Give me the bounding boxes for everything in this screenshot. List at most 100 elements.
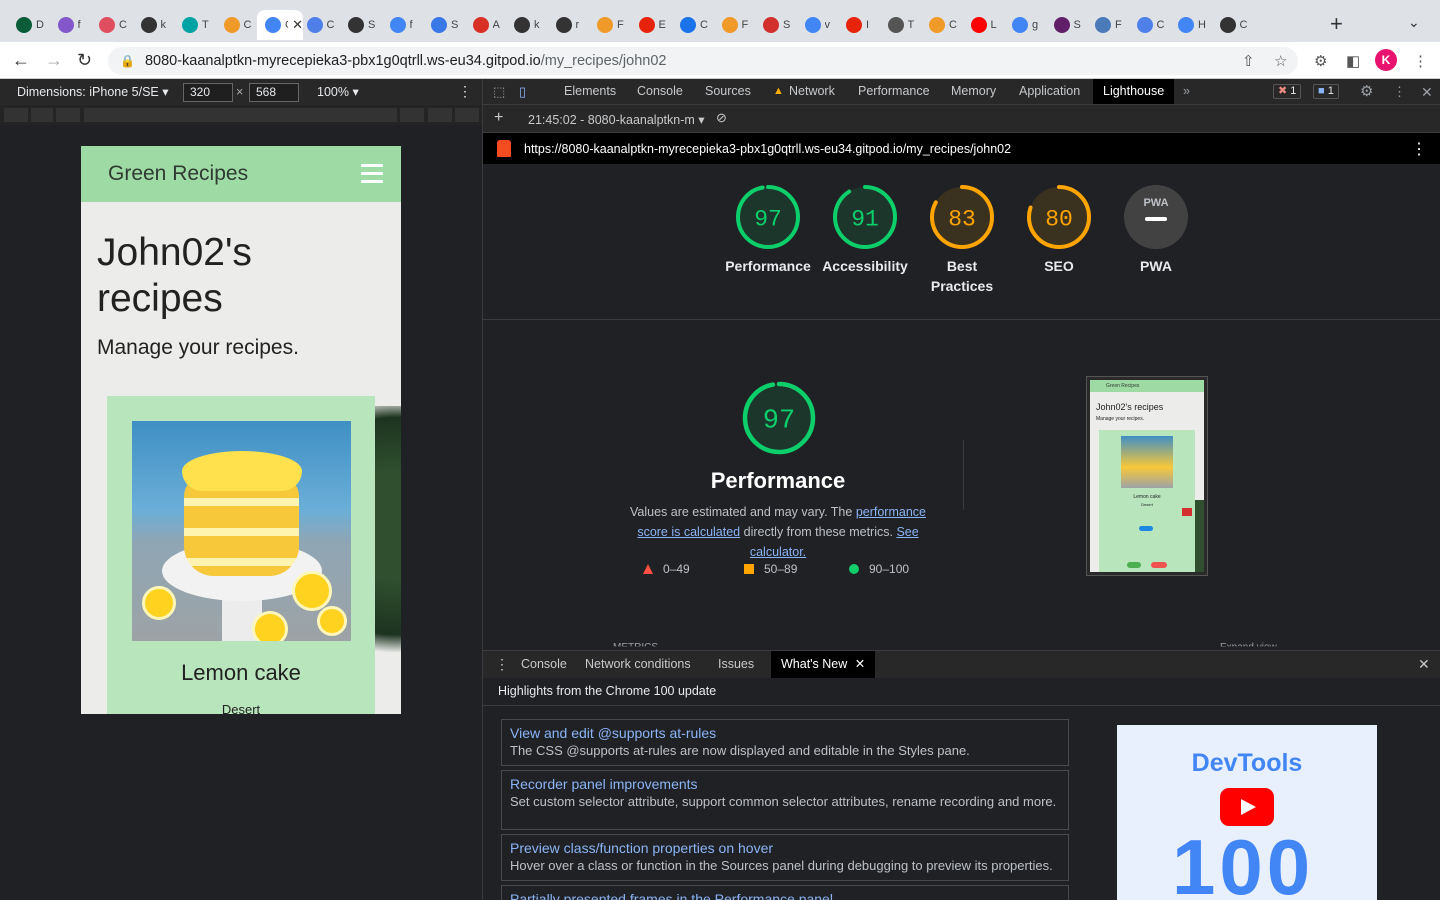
tab-title: T: [202, 19, 209, 31]
reload-icon[interactable]: ↻: [77, 50, 92, 70]
close-devtools-icon[interactable]: ✕: [1421, 84, 1433, 101]
browser-tab[interactable]: C: [1212, 10, 1250, 40]
browser-tab[interactable]: D: [8, 10, 46, 40]
browser-tab[interactable]: F: [714, 10, 752, 40]
bookmark-star-icon[interactable]: ☆: [1274, 52, 1287, 70]
tab-favicon-icon: [1095, 17, 1111, 33]
gauge-accessibility[interactable]: 91 Accessibility: [817, 184, 913, 276]
settings-gear-icon[interactable]: ⚙: [1360, 82, 1373, 100]
item-title[interactable]: Recorder panel improvements: [510, 775, 1060, 793]
tab-lighthouse[interactable]: Lighthouse: [1093, 79, 1175, 104]
drawer-tab-whats-new[interactable]: What's New ✕: [771, 651, 876, 678]
browser-tab[interactable]: A: [465, 10, 503, 40]
gauge-best-practices[interactable]: 83 Best Practices: [914, 184, 1010, 296]
expand-view-cutoff[interactable]: Expand view: [1220, 642, 1277, 646]
browser-tab[interactable]: S: [755, 10, 793, 40]
final-screenshot-thumbnail[interactable]: Green Recipes John02's recipes Manage yo…: [1086, 376, 1208, 576]
browser-tab[interactable]: k: [506, 10, 544, 40]
browser-tab[interactable]: f: [382, 10, 420, 40]
tab-sources[interactable]: Sources: [705, 79, 751, 104]
browser-tab[interactable]: C: [216, 10, 254, 40]
back-arrow-icon[interactable]: ←: [12, 50, 30, 70]
pwa-badge-icon: PWA: [1124, 185, 1188, 249]
browser-tab[interactable]: S: [340, 10, 378, 40]
zoom-select[interactable]: 100% ▾: [317, 84, 359, 99]
tab-console[interactable]: Console: [637, 79, 683, 104]
forward-arrow-icon[interactable]: →: [45, 50, 63, 70]
tab-application[interactable]: Application: [1019, 79, 1080, 104]
new-report-plus-icon[interactable]: +: [494, 109, 503, 127]
more-tabs-icon[interactable]: »: [1183, 79, 1190, 104]
browser-tab[interactable]: L: [963, 10, 1001, 40]
clear-reports-icon[interactable]: ⊘: [716, 110, 727, 126]
item-title[interactable]: Partially presented frames in the Perfor…: [510, 890, 1060, 900]
browser-tab[interactable]: C: [1129, 10, 1167, 40]
whats-new-item[interactable]: View and edit @supports at-rules The CSS…: [501, 719, 1069, 766]
media-query-bar[interactable]: [0, 105, 482, 125]
tab-elements[interactable]: Elements: [564, 79, 616, 104]
browser-tab[interactable]: k: [133, 10, 171, 40]
browser-tab[interactable]: I: [838, 10, 876, 40]
browser-tab[interactable]: C: [91, 10, 129, 40]
browser-tab[interactable]: C: [299, 10, 337, 40]
whats-new-item[interactable]: Recorder panel improvements Set custom s…: [501, 770, 1069, 830]
message-count-badge[interactable]: ■ 1: [1313, 84, 1339, 99]
gauge-pwa[interactable]: PWA PWA: [1108, 184, 1204, 276]
browser-tab[interactable]: g: [1004, 10, 1042, 40]
tab-network[interactable]: Network: [789, 79, 835, 104]
extensions-puzzle-icon[interactable]: ⚙: [1314, 52, 1327, 70]
whats-new-item[interactable]: Partially presented frames in the Perfor…: [501, 885, 1069, 900]
device-toolbar-kebab-icon[interactable]: ⋮: [458, 83, 472, 100]
browser-tab[interactable]: F: [589, 10, 627, 40]
profile-avatar[interactable]: K: [1375, 49, 1397, 71]
drawer-kebab-icon[interactable]: ⋮: [495, 656, 509, 673]
browser-tab[interactable]: v: [797, 10, 835, 40]
browser-tab[interactable]: C: [921, 10, 959, 40]
browser-tab[interactable]: T: [880, 10, 918, 40]
device-toggle-icon[interactable]: ▯: [519, 84, 526, 100]
browser-tab[interactable]: r: [548, 10, 586, 40]
gauge-performance[interactable]: 97 Performance: [720, 184, 816, 276]
drawer-tab-issues[interactable]: Issues: [718, 651, 754, 678]
devtools-kebab-icon[interactable]: ⋮: [1393, 84, 1406, 100]
browser-tab[interactable]: G✕: [257, 10, 303, 40]
browser-tab[interactable]: S: [1046, 10, 1084, 40]
pwa-badge-text: PWA: [1143, 197, 1168, 209]
browser-tab[interactable]: T: [174, 10, 212, 40]
tab-search-chevron-icon[interactable]: ⌄: [1408, 14, 1420, 31]
report-url[interactable]: https://8080-kaanalptkn-myrecepieka3-pbx…: [524, 142, 1011, 156]
device-select[interactable]: Dimensions: iPhone 5/SE ▾: [17, 84, 169, 99]
share-icon[interactable]: ⇧: [1242, 52, 1255, 70]
device-height-input[interactable]: 568: [249, 83, 299, 102]
item-title[interactable]: Preview class/function properties on hov…: [510, 839, 1060, 857]
browser-tab[interactable]: F: [1087, 10, 1125, 40]
browser-tab[interactable]: f: [50, 10, 88, 40]
site-brand[interactable]: Green Recipes: [108, 162, 248, 186]
side-panel-icon[interactable]: ◧: [1346, 52, 1360, 70]
browser-menu-kebab-icon[interactable]: ⋮: [1413, 52, 1428, 70]
error-count-badge[interactable]: ✖ 1: [1273, 84, 1302, 99]
browser-tab[interactable]: C: [672, 10, 710, 40]
tab-favicon-icon: [182, 17, 198, 33]
tab-performance[interactable]: Performance: [858, 79, 930, 104]
item-title[interactable]: View and edit @supports at-rules: [510, 724, 1060, 742]
drawer-tab-network-conditions[interactable]: Network conditions: [585, 651, 691, 678]
tab-title: F: [741, 19, 749, 31]
browser-tab[interactable]: S: [423, 10, 461, 40]
whats-new-item[interactable]: Preview class/function properties on hov…: [501, 834, 1069, 881]
drawer-tab-console[interactable]: Console: [521, 651, 567, 678]
close-drawer-icon[interactable]: ✕: [1418, 656, 1430, 673]
browser-tab[interactable]: H: [1170, 10, 1208, 40]
report-kebab-icon[interactable]: ⋮: [1411, 139, 1427, 159]
hamburger-menu-icon[interactable]: [361, 164, 383, 184]
gauge-seo[interactable]: 80 SEO: [1011, 184, 1107, 276]
device-width-input[interactable]: 320: [183, 83, 233, 102]
inspect-element-icon[interactable]: ⬚: [493, 84, 505, 100]
report-select[interactable]: 21:45:02 - 8080-kaanalptkn-m ▾: [528, 112, 705, 127]
new-tab-button[interactable]: +: [1330, 12, 1343, 36]
browser-tab[interactable]: E: [631, 10, 669, 40]
close-tab-icon[interactable]: ✕: [855, 657, 865, 671]
devtools-100-promo-image[interactable]: DevTools 100: [1117, 725, 1377, 900]
tab-memory[interactable]: Memory: [951, 79, 996, 104]
address-bar[interactable]: 🔒 8080-kaanalptkn-myrecepieka3-pbx1g0qtr…: [108, 47, 1298, 75]
